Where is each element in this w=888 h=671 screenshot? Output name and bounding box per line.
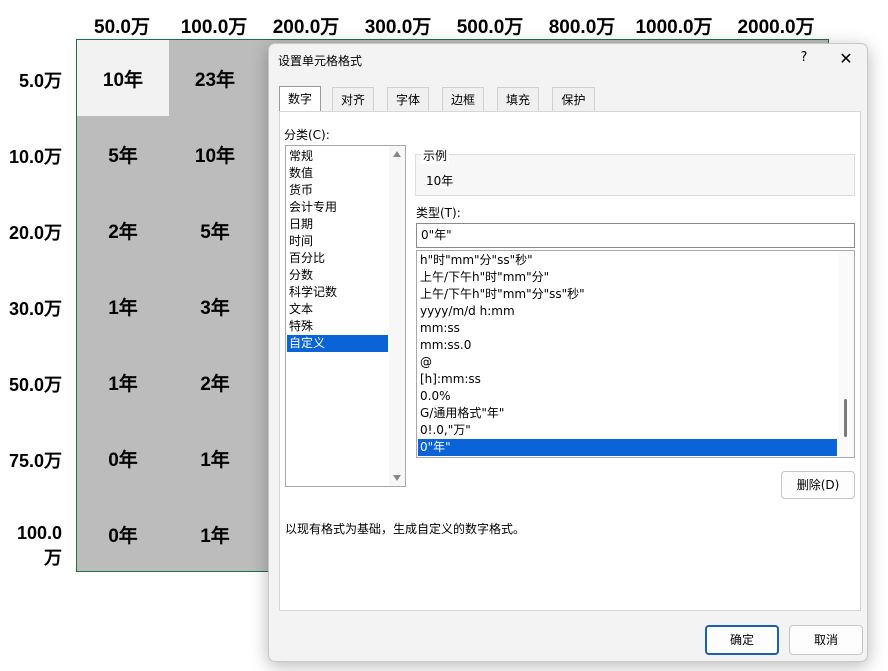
row-header[interactable]: 100.0万 <box>0 523 62 570</box>
format-scrollbar[interactable] <box>838 251 854 457</box>
category-item[interactable]: 会计专用 <box>287 199 388 216</box>
tab-border[interactable]: 边框 <box>442 87 484 111</box>
close-icon[interactable]: ✕ <box>837 49 855 68</box>
category-item[interactable]: 特殊 <box>287 318 388 335</box>
category-scrollbar[interactable] <box>389 146 405 486</box>
category-item[interactable]: 科学记数 <box>287 284 388 301</box>
category-item[interactable]: 时间 <box>287 233 388 250</box>
scroll-thumb[interactable] <box>844 399 847 437</box>
tab-protection[interactable]: 保护 <box>552 87 595 111</box>
number-tab-panel: 分类(C): 常规 数值 货币 会计专用 日期 时间 百分比 分数 科学记数 文… <box>279 111 861 611</box>
grid-cell[interactable]: 3年 <box>169 268 261 344</box>
format-item-selected[interactable]: 0"年" <box>418 439 837 456</box>
format-item[interactable]: mm:ss <box>418 320 837 337</box>
format-item[interactable]: h"时"mm"分"ss"秒" <box>418 252 837 269</box>
category-item-selected[interactable]: 自定义 <box>287 335 388 352</box>
grid-cell[interactable]: 1年 <box>77 344 169 420</box>
grid-cell[interactable]: 1年 <box>77 268 169 344</box>
row-header[interactable]: 30.0万 <box>0 295 62 321</box>
row-header[interactable]: 20.0万 <box>0 219 62 245</box>
row-header[interactable]: 50.0万 <box>0 371 62 397</box>
column-header[interactable]: 50.0万 <box>76 12 168 39</box>
grid-cell[interactable]: 0年 <box>77 420 169 496</box>
format-item[interactable]: [h]:mm:ss <box>418 371 837 388</box>
format-item[interactable]: @ <box>418 354 837 371</box>
tab-font[interactable]: 字体 <box>387 87 429 111</box>
category-item[interactable]: 货币 <box>287 182 388 199</box>
grid-cell[interactable]: 2年 <box>77 192 169 268</box>
type-label: 类型(T): <box>416 206 461 220</box>
row-header[interactable]: 10.0万 <box>0 143 62 169</box>
column-header[interactable]: 200.0万 <box>260 12 352 39</box>
format-item[interactable]: 上午/下午h"时"mm"分" <box>418 269 837 286</box>
column-header[interactable]: 800.0万 <box>536 12 628 39</box>
grid-cell[interactable]: 1年 <box>169 420 261 496</box>
cancel-button[interactable]: 取消 <box>789 625 863 655</box>
tab-number[interactable]: 数字 <box>279 86 321 112</box>
delete-button[interactable]: 删除(D) <box>781 471 855 499</box>
category-list[interactable]: 常规 数值 货币 会计专用 日期 时间 百分比 分数 科学记数 文本 特殊 自定… <box>285 145 406 487</box>
grid-cell[interactable]: 10年 <box>169 116 261 192</box>
grid-cell-active[interactable]: 10年 <box>77 40 169 116</box>
scroll-up-icon[interactable] <box>393 151 401 157</box>
scroll-down-icon[interactable] <box>393 475 401 481</box>
column-header[interactable]: 2000.0万 <box>730 12 822 39</box>
row-header[interactable]: 5.0万 <box>0 67 62 93</box>
grid-cell[interactable]: 0年 <box>77 496 169 572</box>
tab-fill[interactable]: 填充 <box>497 87 539 111</box>
format-item[interactable]: yyyy/m/d h:mm <box>418 303 837 320</box>
category-item[interactable]: 文本 <box>287 301 388 318</box>
ok-button[interactable]: 确定 <box>705 625 779 655</box>
format-item[interactable]: G/通用格式"年" <box>418 405 837 422</box>
sample-value: 10年 <box>426 174 454 188</box>
format-description: 以现有格式为基础，生成自定义的数字格式。 <box>285 522 526 536</box>
category-item[interactable]: 分数 <box>287 267 388 284</box>
category-label: 分类(C): <box>284 128 330 142</box>
grid-cell[interactable]: 1年 <box>169 496 261 572</box>
format-item[interactable]: 0!.0,"万" <box>418 422 837 439</box>
column-header[interactable]: 300.0万 <box>352 12 444 39</box>
column-header[interactable]: 500.0万 <box>444 12 536 39</box>
column-header[interactable]: 1000.0万 <box>628 12 720 39</box>
grid-cell[interactable]: 5年 <box>77 116 169 192</box>
category-item[interactable]: 日期 <box>287 216 388 233</box>
column-header[interactable]: 100.0万 <box>168 12 260 39</box>
row-header[interactable]: 75.0万 <box>0 447 62 473</box>
sample-box: 10年 <box>415 154 855 196</box>
help-button[interactable]: ? <box>796 50 812 65</box>
format-cells-dialog: 设置单元格格式 ? ✕ 数字 对齐 字体 边框 填充 保护 分类(C): 常规 … <box>268 43 868 662</box>
format-item[interactable]: 上午/下午h"时"mm"分"ss"秒" <box>418 286 837 303</box>
sample-label: 示例 <box>421 147 450 164</box>
dialog-title: 设置单元格格式 <box>278 54 363 68</box>
type-input[interactable]: 0"年" <box>416 223 855 248</box>
format-code-list[interactable]: h"时"mm"分"ss"秒" 上午/下午h"时"mm"分" 上午/下午h"时"m… <box>416 250 855 458</box>
grid-cell[interactable]: 23年 <box>169 40 261 116</box>
category-item[interactable]: 百分比 <box>287 250 388 267</box>
category-item[interactable]: 数值 <box>287 165 388 182</box>
tab-alignment[interactable]: 对齐 <box>332 87 374 111</box>
category-item[interactable]: 常规 <box>287 148 388 165</box>
grid-cell[interactable]: 2年 <box>169 344 261 420</box>
format-item[interactable]: 0.0% <box>418 388 837 405</box>
grid-cell[interactable]: 5年 <box>169 192 261 268</box>
format-item[interactable]: mm:ss.0 <box>418 337 837 354</box>
